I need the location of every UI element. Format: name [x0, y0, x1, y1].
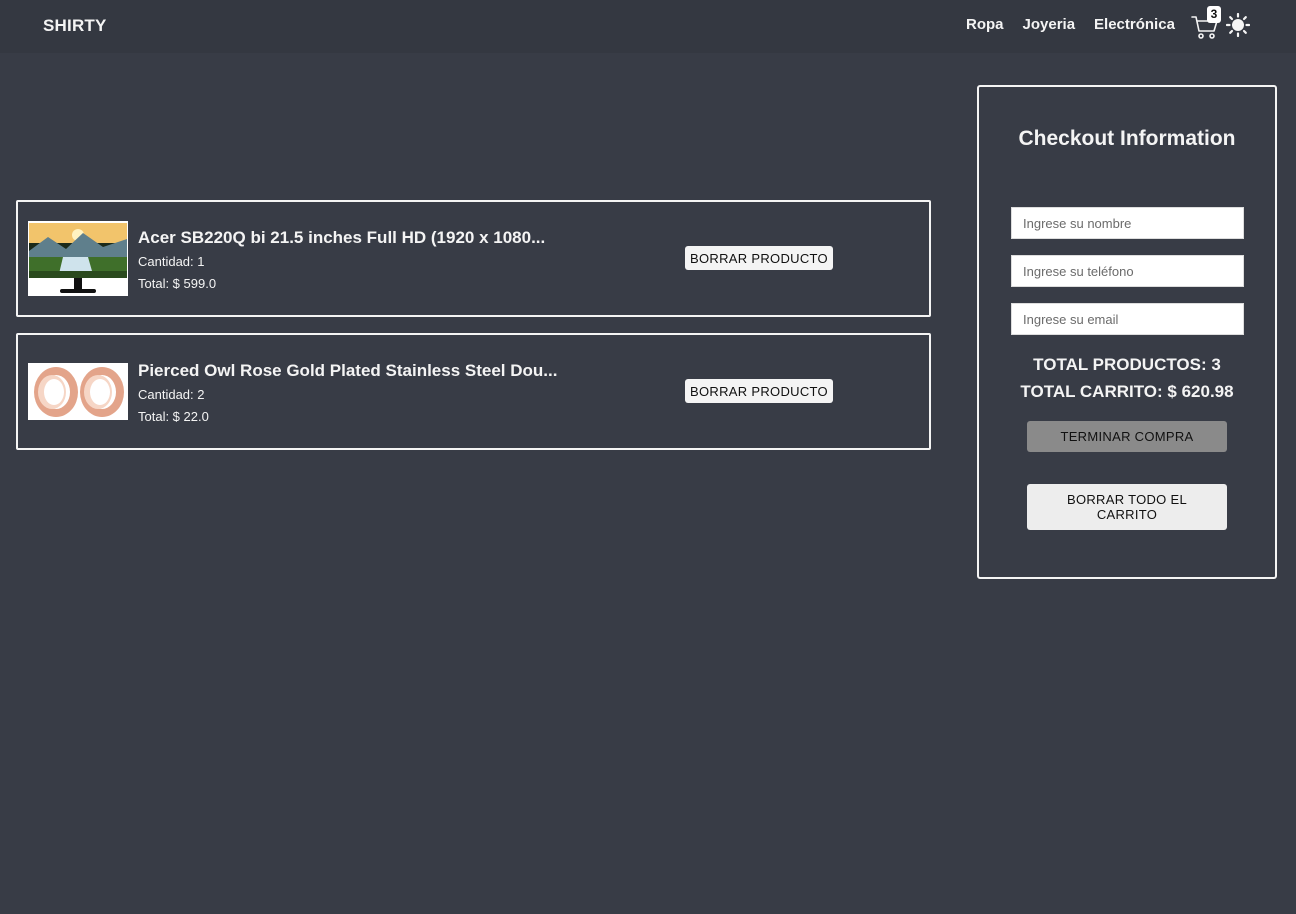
product-total: Total: $ 22.0	[138, 409, 209, 424]
brand-logo[interactable]: SHIRTY	[43, 16, 107, 36]
total-products: TOTAL PRODUCTOS: 3	[1033, 355, 1221, 374]
product-total: Total: $ 599.0	[138, 276, 217, 291]
product-quantity: Cantidad: 1	[138, 254, 205, 269]
navbar: SHIRTY Ropa Joyeria Electrónica 3	[0, 0, 1296, 53]
cart-item: Acer SB220Q bi 21.5 inches Full HD (1920…	[16, 200, 931, 317]
monitor-image	[28, 221, 128, 296]
delete-product-button[interactable]: BORRAR PRODUCTO	[685, 379, 833, 403]
clear-cart-button[interactable]: BORRAR TODO EL CARRITO	[1027, 484, 1227, 530]
product-title[interactable]: Pierced Owl Rose Gold Plated Stainless S…	[138, 361, 578, 381]
email-input[interactable]	[1011, 303, 1244, 335]
nav-link-joyeria[interactable]: Joyeria	[1023, 16, 1076, 33]
sun-icon[interactable]	[1226, 13, 1250, 37]
name-input[interactable]	[1011, 207, 1244, 239]
product-quantity: Cantidad: 2	[138, 387, 205, 402]
delete-product-button[interactable]: BORRAR PRODUCTO	[685, 246, 833, 270]
nav-link-ropa[interactable]: Ropa	[966, 16, 1004, 33]
nav-link-electronica[interactable]: Electrónica	[1094, 16, 1175, 33]
cart-button[interactable]: 3	[1191, 6, 1225, 40]
phone-input[interactable]	[1011, 255, 1244, 287]
cart-count-badge: 3	[1207, 6, 1221, 23]
product-title[interactable]: Acer SB220Q bi 21.5 inches Full HD (1920…	[138, 228, 578, 248]
checkout-panel: Checkout Information TOTAL PRODUCTOS: 3 …	[977, 85, 1277, 579]
total-cart: TOTAL CARRITO: $ 620.98	[1020, 382, 1234, 401]
nav-links: Ropa Joyeria Electrónica	[966, 16, 1194, 33]
checkout-title: Checkout Information	[1018, 127, 1236, 150]
finish-purchase-button[interactable]: TERMINAR COMPRA	[1027, 421, 1227, 452]
cart-item: Pierced Owl Rose Gold Plated Stainless S…	[16, 333, 931, 450]
rose-gold-earrings-image	[28, 363, 128, 420]
